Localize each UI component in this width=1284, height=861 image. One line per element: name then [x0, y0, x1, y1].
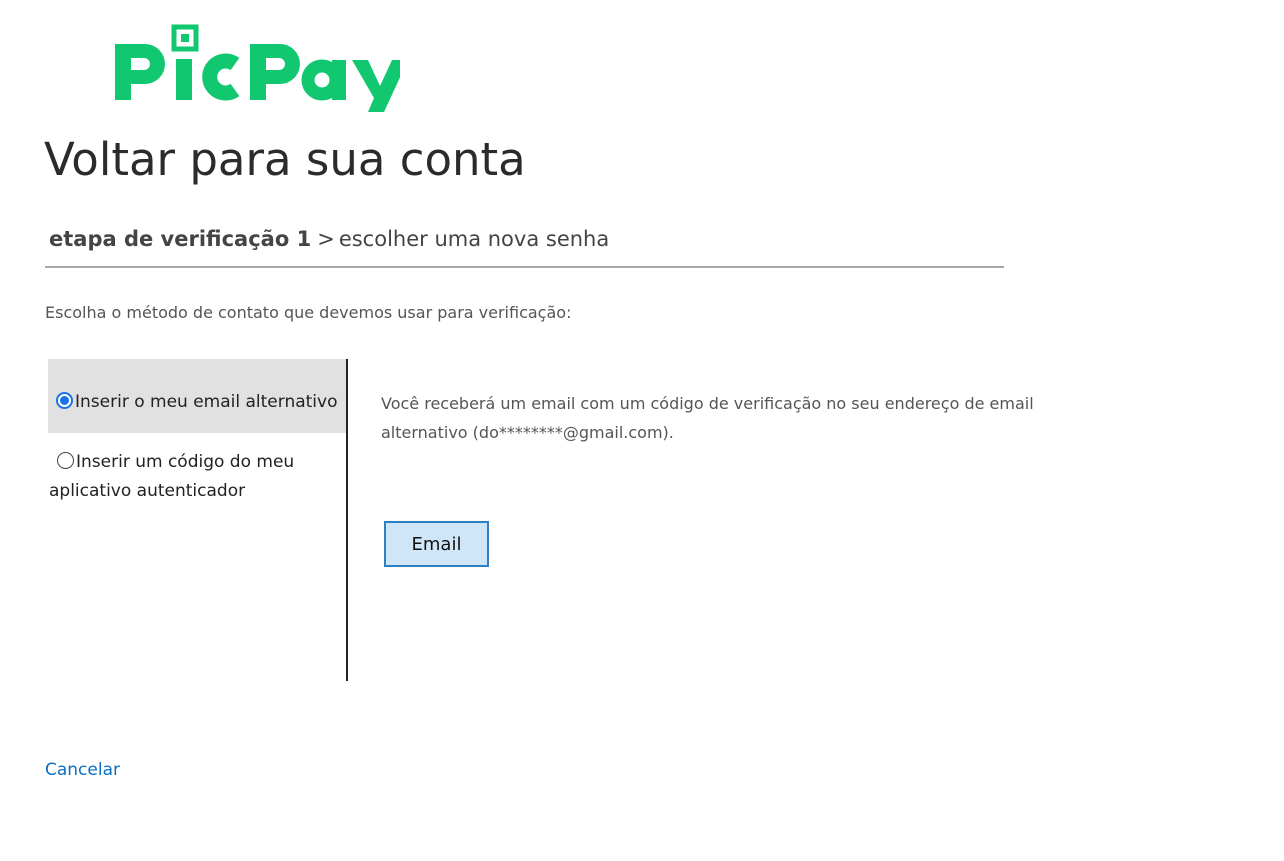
- breadcrumb: etapa de verificação 1 > escolher uma nova…: [49, 224, 609, 254]
- page-title: Voltar para sua conta: [44, 133, 526, 186]
- method-description: Você receberá um email com um código de …: [381, 394, 1034, 442]
- divider: [45, 266, 1004, 268]
- picpay-logo: [110, 22, 400, 118]
- password-recovery-page: Voltar para sua conta etapa de verificaç…: [0, 0, 1284, 861]
- method-option-alternate-email[interactable]: Inserir o meu email alternativo: [48, 359, 346, 433]
- radio-authenticator-app[interactable]: [57, 452, 74, 469]
- picpay-logo-mark: [115, 24, 400, 112]
- method-label-alternate-email: Inserir o meu email alternativo: [75, 392, 338, 412]
- cancel-link[interactable]: Cancelar: [45, 757, 120, 783]
- radio-alternate-email[interactable]: [56, 392, 73, 409]
- breadcrumb-next-step: escolher uma nova senha: [338, 227, 610, 251]
- method-option-authenticator-app[interactable]: Inserir um código do meu aplicativo aute…: [48, 433, 346, 506]
- verification-method-list: Inserir o meu email alternativo Inserir …: [48, 359, 348, 681]
- email-button[interactable]: Email: [384, 521, 489, 567]
- breadcrumb-separator: >: [317, 227, 335, 251]
- instructions-text: Escolha o método de contato que devemos …: [45, 303, 572, 322]
- method-label-authenticator-app: Inserir um código do meu aplicativo aute…: [49, 452, 295, 501]
- breadcrumb-current-step: etapa de verificação 1: [49, 227, 312, 251]
